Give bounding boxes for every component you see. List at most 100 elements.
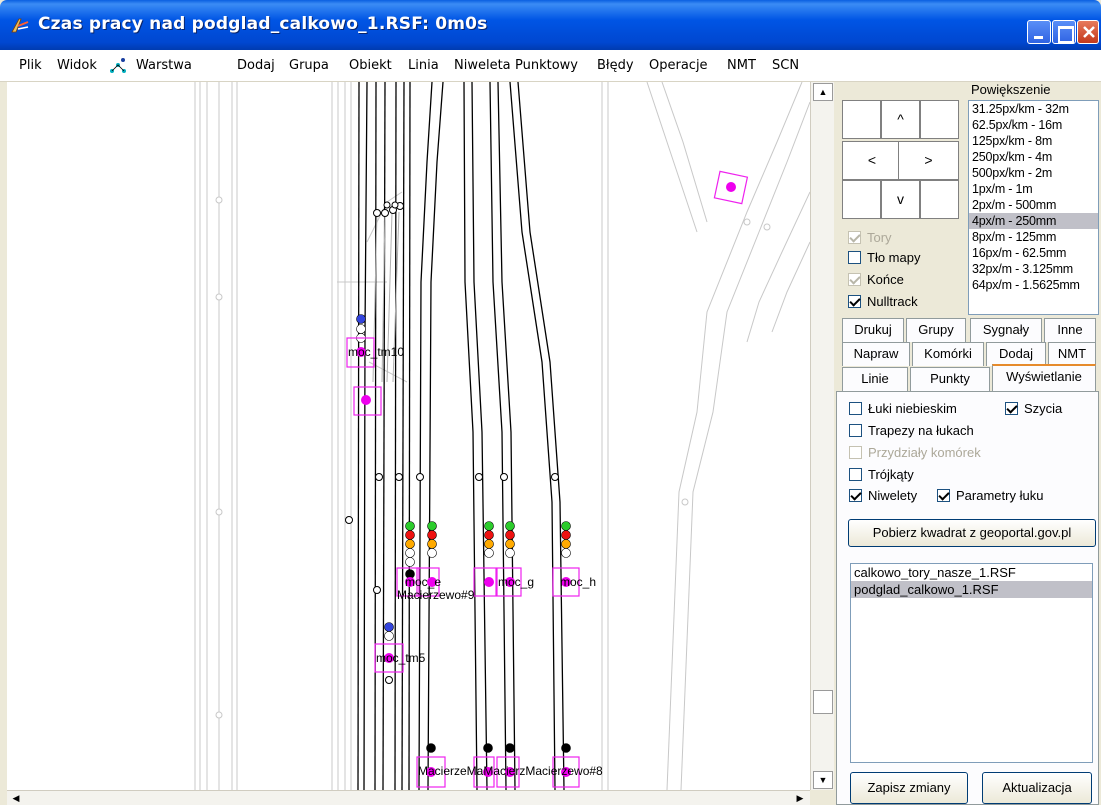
luki-niebieskim-checkbox[interactable]: Łuki niebieskim — [849, 401, 957, 416]
zoom-option[interactable]: 125px/km - 8m — [969, 133, 1098, 149]
nav-corner-button-3[interactable] — [920, 180, 959, 219]
track-map[interactable]: moc_tm10 moc_e moc_g moc_h Macierzewo#9 … — [7, 82, 810, 790]
niwelety-checkbox[interactable]: Niwelety — [849, 488, 917, 503]
window-title: Czas pracy nad podglad_calkowo_1.RSF: 0m… — [38, 14, 488, 34]
zoom-option[interactable]: 62.5px/km - 16m — [969, 117, 1098, 133]
przydzialy-checkbox[interactable]: Przydziały komórek — [849, 445, 981, 460]
zoom-option[interactable]: 32px/m - 3.125mm — [969, 261, 1098, 277]
menu-dodaj[interactable]: Dodaj — [237, 58, 275, 73]
vertical-scrollbar[interactable]: ▲ ▼ — [810, 82, 834, 790]
menu-niweleta[interactable]: Niweleta — [454, 58, 511, 73]
parametry-luku-checkbox[interactable]: Parametry łuku — [937, 488, 1043, 503]
nav-center-button[interactable] — [842, 100, 881, 139]
scroll-up-icon[interactable]: ▲ — [813, 83, 833, 101]
nav-corner-button-2[interactable] — [842, 180, 881, 219]
zoom-option[interactable]: 64px/m - 1.5625mm — [969, 277, 1098, 293]
track-end-markers — [345, 201, 559, 684]
app-icon — [11, 18, 29, 33]
tab-inne[interactable]: Inne — [1044, 318, 1096, 342]
tabs-row-1: Drukuj Grupy Sygnały Inne — [836, 318, 1099, 342]
zoom-option[interactable]: 1px/m - 1m — [969, 181, 1098, 197]
label-moc-tm10: moc_tm10 — [348, 345, 404, 359]
tabs-row-3: Linie Punkty Wyświetlanie — [836, 364, 1099, 392]
menu-warstwa[interactable]: Warstwa — [136, 58, 192, 73]
checkbox-icon — [848, 295, 861, 308]
nav-corner-button[interactable] — [920, 100, 959, 139]
checkbox-icon — [848, 273, 861, 286]
control-panel: ^ < > v Powiększenie 31.25px/km - 32m 62… — [834, 82, 1101, 805]
layer-tlo-mapy-label: Tło mapy — [867, 250, 921, 265]
zoom-option-selected[interactable]: 4px/m - 250mm — [969, 213, 1098, 229]
file-item[interactable]: calkowo_tory_nasze_1.RSF — [851, 564, 1092, 581]
niwelety-label: Niwelety — [868, 488, 918, 503]
tab-linie[interactable]: Linie — [842, 367, 908, 391]
menu-widok[interactable]: Widok — [57, 58, 97, 73]
zoom-option[interactable]: 250px/km - 4m — [969, 149, 1098, 165]
maximize-button[interactable] — [1052, 20, 1076, 44]
tab-dodaj[interactable]: Dodaj — [986, 342, 1046, 366]
tab-napraw[interactable]: Napraw — [842, 342, 910, 366]
trapezy-label: Trapezy na łukach — [868, 423, 974, 438]
zoom-option[interactable]: 16px/m - 62.5mm — [969, 245, 1098, 261]
tabs-row-2: Napraw Komórki Dodaj NMT — [836, 342, 1099, 366]
layer-tory-checkbox[interactable]: Tory — [848, 230, 892, 245]
close-icon — [1083, 26, 1095, 38]
layer-nulltrack-label: Nulltrack — [867, 294, 918, 309]
menu-nmt[interactable]: NMT — [727, 58, 756, 73]
layer-points-icon — [110, 58, 126, 73]
menu-grupa[interactable]: Grupa — [289, 58, 329, 73]
scroll-down-icon[interactable]: ▼ — [813, 771, 833, 789]
file-listbox[interactable]: calkowo_tory_nasze_1.RSF podglad_calkowo… — [850, 563, 1093, 763]
scroll-thumb[interactable] — [813, 690, 833, 714]
layer-tory-label: Tory — [867, 230, 892, 245]
checkbox-icon — [848, 251, 861, 264]
tab-punkty[interactable]: Punkty — [910, 367, 990, 391]
menu-bledy[interactable]: Błędy — [597, 58, 634, 73]
szycia-checkbox[interactable]: Szycia — [1005, 401, 1062, 416]
scroll-right-icon[interactable]: ▶ — [793, 792, 807, 805]
trojkaty-checkbox[interactable]: Trójkąty — [849, 467, 914, 482]
scroll-left-icon[interactable]: ◀ — [9, 792, 23, 805]
zoom-listbox[interactable]: 31.25px/km - 32m 62.5px/km - 16m 125px/k… — [968, 100, 1099, 315]
zoom-option[interactable]: 2px/m - 500mm — [969, 197, 1098, 213]
label-moc-g: moc_g — [498, 575, 534, 589]
layer-tlo-mapy-checkbox[interactable]: Tło mapy — [848, 250, 920, 265]
menu-plik[interactable]: Plik — [19, 58, 42, 73]
checkbox-icon — [848, 231, 861, 244]
update-button[interactable]: Aktualizacja — [982, 772, 1092, 804]
nav-down-button[interactable]: v — [881, 180, 920, 219]
horizontal-scrollbar[interactable]: ◀ ▶ — [7, 790, 810, 805]
tab-grupy[interactable]: Grupy — [906, 318, 966, 342]
nav-up-button[interactable]: ^ — [881, 100, 920, 139]
tab-wyswietlanie[interactable]: Wyświetlanie — [992, 364, 1096, 392]
layer-konce-checkbox[interactable]: Końce — [848, 272, 904, 287]
signals — [356, 314, 571, 753]
save-changes-button[interactable]: Zapisz zmiany — [850, 772, 968, 804]
menu-punktowy[interactable]: Punktowy — [515, 58, 578, 73]
title-bar[interactable]: Czas pracy nad podglad_calkowo_1.RSF: 0m… — [0, 0, 1101, 50]
label-macierzewo9: Macierzewo#9 — [397, 588, 475, 602]
map-canvas[interactable]: moc_tm10 moc_e moc_g moc_h Macierzewo#9 … — [7, 82, 810, 790]
nav-left-button[interactable]: < — [842, 141, 902, 180]
zoom-option[interactable]: 8px/m - 125mm — [969, 229, 1098, 245]
tab-komorki[interactable]: Komórki — [912, 342, 984, 366]
menu-obiekt[interactable]: Obiekt — [349, 58, 392, 73]
tab-sygnaly[interactable]: Sygnały — [970, 318, 1042, 342]
menu-operacje[interactable]: Operacje — [649, 58, 708, 73]
tab-drukuj[interactable]: Drukuj — [842, 318, 904, 342]
trojkaty-label: Trójkąty — [868, 467, 914, 482]
file-item-selected[interactable]: podglad_calkowo_1.RSF — [851, 581, 1092, 598]
close-button[interactable] — [1077, 20, 1099, 44]
menu-linia[interactable]: Linia — [408, 58, 439, 73]
geoportal-button[interactable]: Pobierz kwadrat z geoportal.gov.pl — [848, 519, 1096, 547]
przydzialy-label: Przydziały komórek — [868, 445, 981, 460]
luki-niebieskim-label: Łuki niebieskim — [868, 401, 957, 416]
tab-nmt[interactable]: NMT — [1048, 342, 1096, 366]
zoom-option[interactable]: 31.25px/km - 32m — [969, 101, 1098, 117]
nav-right-button[interactable]: > — [898, 141, 959, 180]
zoom-option[interactable]: 500px/km - 2m — [969, 165, 1098, 181]
trapezy-checkbox[interactable]: Trapezy na łukach — [849, 423, 974, 438]
menu-scn[interactable]: SCN — [772, 58, 799, 73]
minimize-button[interactable] — [1027, 20, 1051, 44]
layer-nulltrack-checkbox[interactable]: Nulltrack — [848, 294, 918, 309]
